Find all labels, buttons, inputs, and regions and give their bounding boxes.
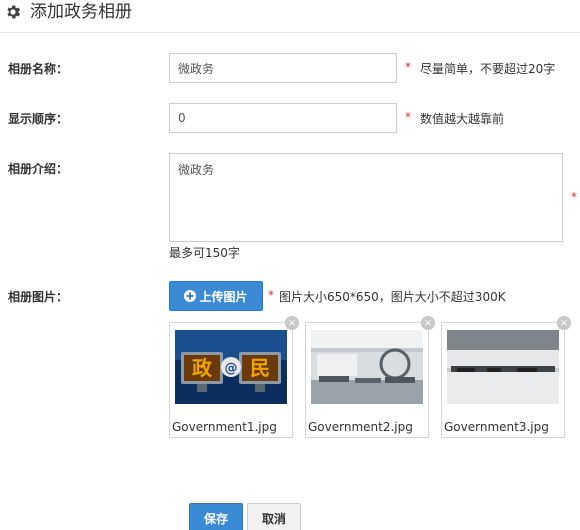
image-thumbnail-card: Government2.jpg — [305, 322, 429, 438]
image-thumbnail: 政 @ 民 — [175, 330, 287, 404]
image1-text-mid: @ — [225, 361, 238, 376]
required-mark: * — [405, 110, 411, 124]
cancel-button[interactable]: 取消 — [247, 503, 301, 530]
album-intro-textarea[interactable]: 微政务 — [169, 153, 563, 242]
image-filename: Government3.jpg — [444, 420, 549, 434]
display-order-hint: 数值越大越靠前 — [420, 112, 505, 126]
required-mark: * — [268, 288, 274, 302]
display-order-input[interactable] — [169, 103, 397, 133]
required-mark: * — [571, 190, 577, 204]
album-name-hint: 尽量简单，不要超过20字 — [420, 62, 556, 76]
album-images-label: 相册图片： — [8, 290, 69, 304]
image-thumbnail-card: 政 @ 民 Government1.jpg — [169, 322, 293, 438]
upload-image-button[interactable]: 上传图片 — [169, 281, 263, 311]
remove-image-button[interactable]: × — [285, 316, 299, 330]
image-filename: Government2.jpg — [308, 420, 413, 434]
required-mark: * — [405, 60, 411, 74]
image-thumbnail — [311, 330, 423, 404]
gear-icon — [7, 5, 21, 19]
plus-circle-icon — [184, 290, 197, 302]
remove-image-button[interactable]: × — [557, 316, 571, 330]
image-thumbnail-card: Government3.jpg — [441, 322, 565, 438]
album-name-label: 相册名称： — [8, 62, 69, 76]
page-header: 添加政务相册 — [0, 0, 580, 33]
remove-image-button[interactable]: × — [421, 316, 435, 330]
page-title: 添加政务相册 — [30, 2, 132, 22]
image-thumbnail — [447, 330, 559, 404]
image1-text-left: 政 — [192, 356, 213, 380]
album-images-hint: 图片大小650*650，图片大小不超过300K — [279, 290, 506, 304]
save-button[interactable]: 保存 — [189, 503, 243, 530]
album-intro-limit-hint: 最多可150字 — [169, 246, 240, 260]
album-name-input[interactable] — [169, 53, 397, 83]
upload-image-label: 上传图片 — [199, 289, 248, 304]
album-intro-label: 相册介绍： — [8, 162, 69, 176]
image-filename: Government1.jpg — [172, 420, 277, 434]
display-order-label: 显示顺序： — [8, 112, 69, 126]
image1-text-right: 民 — [250, 356, 270, 380]
